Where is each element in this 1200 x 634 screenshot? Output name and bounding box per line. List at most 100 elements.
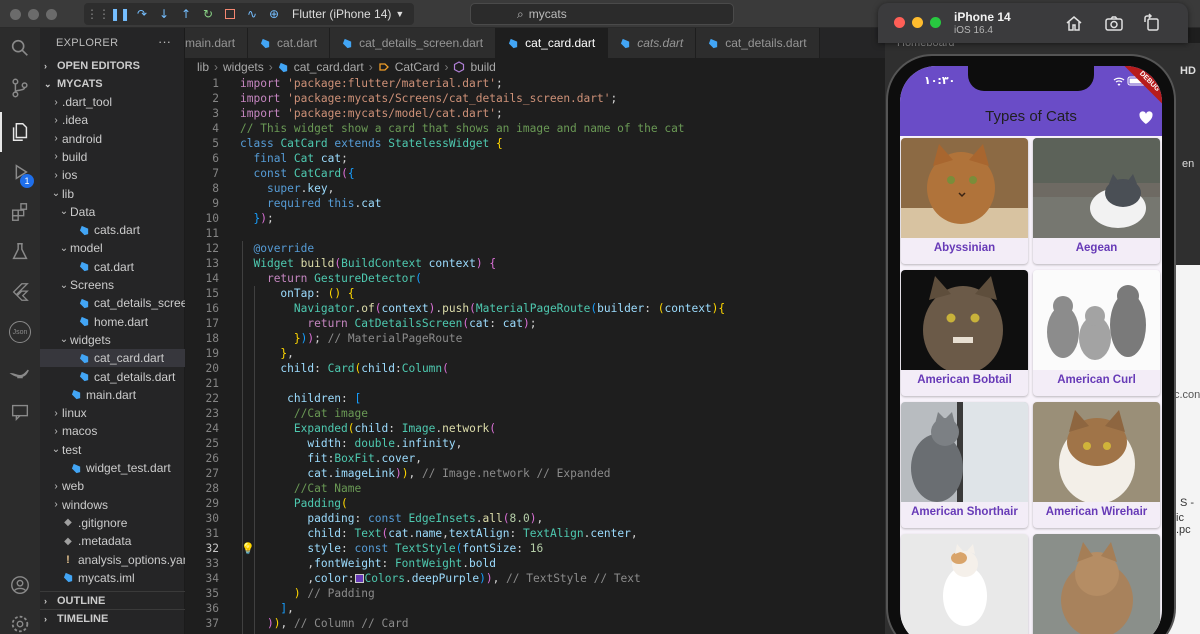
- tree-item[interactable]: mycats.iml: [40, 569, 185, 587]
- chevron-right-icon: ›: [368, 60, 373, 74]
- genie-button[interactable]: [0, 352, 40, 392]
- step-out-icon[interactable]: ↑: [178, 6, 194, 22]
- breadcrumb-class[interactable]: CatCard: [395, 60, 440, 74]
- flutter-button[interactable]: [0, 272, 40, 312]
- tab-cat-card-dart[interactable]: cat_card.dart: [496, 28, 609, 58]
- screenshot-button[interactable]: [1104, 13, 1124, 33]
- chat-icon: [11, 404, 29, 421]
- tab-main-dart[interactable]: main.dart: [185, 28, 249, 58]
- tree-item[interactable]: cat_details.dart: [40, 368, 185, 386]
- tree-item[interactable]: › .dart_tool: [40, 93, 185, 111]
- tree-item[interactable]: cat_details_scree...: [40, 294, 185, 312]
- run-debug-button[interactable]: 1: [0, 152, 40, 192]
- chat-button[interactable]: [0, 392, 40, 432]
- tree-item[interactable]: ◆ .metadata: [40, 532, 185, 550]
- source-control-button[interactable]: [0, 68, 40, 108]
- tree-item[interactable]: cat_card.dart: [40, 349, 185, 368]
- simulator-minimize-button[interactable]: [912, 17, 923, 28]
- manage-button[interactable]: [0, 604, 40, 634]
- line-number: 1: [212, 77, 219, 90]
- breadcrumb-file[interactable]: cat_card.dart: [294, 60, 364, 74]
- simulator-zoom-button[interactable]: [930, 17, 941, 28]
- line-number: 8: [212, 182, 219, 195]
- json-button[interactable]: Json: [0, 312, 40, 352]
- tree-item[interactable]: home.dart: [40, 313, 185, 331]
- tree-item[interactable]: › linux: [40, 404, 185, 422]
- accounts-button[interactable]: [0, 565, 40, 605]
- home-button[interactable]: [1064, 13, 1084, 33]
- color-swatch[interactable]: [354, 574, 364, 583]
- cat-card[interactable]: American Wirehair: [1033, 402, 1160, 528]
- tree-item[interactable]: › build: [40, 148, 185, 166]
- breadcrumb-lib[interactable]: lib: [197, 60, 209, 74]
- cat-card[interactable]: American Bobtail: [901, 270, 1028, 396]
- extensions-button[interactable]: [0, 192, 40, 232]
- step-over-icon[interactable]: ↷: [134, 6, 150, 22]
- outline-section[interactable]: › OUTLINE: [40, 591, 185, 609]
- chevron-right-icon: ›: [444, 60, 449, 74]
- cat-card[interactable]: American Shorthair: [901, 402, 1028, 528]
- search-view-button[interactable]: [0, 28, 40, 68]
- code-editor[interactable]: 1 import 'package:flutter/material.dart';…: [185, 76, 885, 634]
- tree-item[interactable]: › android: [40, 130, 185, 148]
- tree-item[interactable]: cats.dart: [40, 221, 185, 239]
- timeline-section[interactable]: › TIMELINE: [40, 609, 185, 627]
- testing-button[interactable]: [0, 232, 40, 272]
- tab-cats-dart[interactable]: cats.dart: [608, 28, 697, 58]
- devtools-icon[interactable]: ∿: [244, 6, 260, 22]
- rotate-button[interactable]: [1142, 13, 1162, 33]
- window-zoom-button[interactable]: [46, 9, 57, 20]
- tree-item[interactable]: ⌄ lib: [40, 185, 185, 203]
- cat-card[interactable]: Abyssinian: [901, 138, 1028, 264]
- code-line: ) // Padding: [293, 587, 375, 600]
- tree-item[interactable]: ⌄ Data: [40, 203, 185, 221]
- tree-item[interactable]: ! analysis_options.yaml: [40, 551, 185, 569]
- tree-item[interactable]: › .idea: [40, 111, 185, 129]
- simulator-close-button[interactable]: [894, 17, 905, 28]
- tree-item[interactable]: widget_test.dart: [40, 459, 185, 477]
- code-line: const CatCard({: [253, 167, 355, 180]
- cat-name: American Shorthair: [911, 506, 1018, 518]
- pause-icon[interactable]: ❚❚: [110, 6, 130, 22]
- project-section[interactable]: ⌄ MYCATS: [40, 75, 185, 93]
- tree-item[interactable]: › windows: [40, 496, 185, 514]
- window-minimize-button[interactable]: [28, 9, 39, 20]
- heart-icon[interactable]: [1138, 110, 1154, 126]
- cat-card[interactable]: American Curl: [1033, 270, 1160, 396]
- command-center-search[interactable]: ⌕ mycats: [470, 3, 734, 25]
- tab-label: cat.dart: [277, 36, 318, 50]
- tree-item[interactable]: ⌄ Screens: [40, 276, 185, 294]
- tab-cat-details-dart[interactable]: cat_details.dart: [696, 28, 820, 58]
- tree-item[interactable]: cat.dart: [40, 258, 185, 276]
- breadcrumb-widgets[interactable]: widgets: [223, 60, 264, 74]
- step-into-icon[interactable]: ↓: [156, 6, 172, 22]
- tree-item[interactable]: › ios: [40, 166, 185, 184]
- inspect-icon[interactable]: ⊕: [266, 6, 282, 22]
- tree-item[interactable]: ⌄ test: [40, 441, 185, 459]
- cat-card[interactable]: Aegean: [1033, 138, 1160, 264]
- tab-cat-details-screen-dart[interactable]: cat_details_screen.dart: [330, 28, 497, 58]
- stop-icon[interactable]: [222, 6, 238, 22]
- hot-restart-icon[interactable]: ↻: [200, 6, 216, 22]
- window-close-button[interactable]: [10, 9, 21, 20]
- tree-item[interactable]: › web: [40, 477, 185, 495]
- more-actions-button[interactable]: ···: [158, 34, 171, 49]
- cat-card[interactable]: [1033, 534, 1160, 634]
- simulator-device-name: iPhone 14: [954, 10, 1011, 24]
- tree-item[interactable]: ⌄ widgets: [40, 331, 185, 349]
- tree-item-label: Data: [70, 204, 96, 219]
- cat-card[interactable]: [901, 534, 1028, 634]
- tab-cat-dart[interactable]: cat.dart: [248, 28, 331, 58]
- camera-icon: [1105, 16, 1123, 31]
- drag-handle-icon[interactable]: ⋮⋮: [86, 6, 110, 22]
- tree-item[interactable]: main.dart: [40, 386, 185, 404]
- device-select[interactable]: Flutter (iPhone 14) ▼: [288, 7, 408, 21]
- explorer-view-button[interactable]: [0, 112, 40, 152]
- tree-item[interactable]: ◆ .gitignore: [40, 514, 185, 532]
- phone-screen[interactable]: ١٠:٣٠ DEBUG Types of Cats Abyssinian Aeg…: [900, 66, 1162, 634]
- tree-item[interactable]: › macos: [40, 422, 185, 440]
- tree-item[interactable]: ⌄ model: [40, 239, 185, 257]
- breadcrumb-method[interactable]: build: [470, 60, 495, 74]
- search-icon: [11, 39, 28, 56]
- open-editors-section[interactable]: › OPEN EDITORS: [40, 57, 185, 75]
